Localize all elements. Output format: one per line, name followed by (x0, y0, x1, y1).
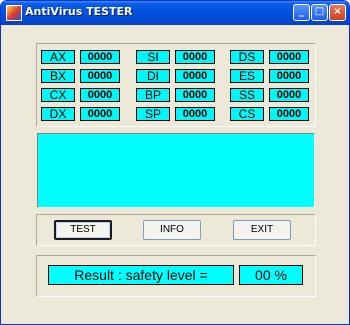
result-value: 00 % (239, 265, 303, 285)
register-name: SS (230, 88, 264, 102)
title-bar[interactable]: AntiVirus TESTER _ □ × (1, 1, 349, 25)
register-name: DX (41, 107, 75, 121)
test-button[interactable]: TEST (54, 220, 112, 240)
register-value: 0000 (175, 107, 215, 121)
minimize-button[interactable]: _ (293, 4, 310, 21)
register-name: AX (41, 50, 75, 64)
close-button[interactable]: × (329, 4, 346, 21)
result-label: Result : safety level = (48, 265, 234, 285)
register-value: 0000 (80, 88, 120, 102)
register-name: BX (41, 69, 75, 83)
output-area[interactable] (37, 133, 315, 208)
register-value: 0000 (175, 50, 215, 64)
register-value: 0000 (269, 107, 309, 121)
register-name: ES (230, 69, 264, 83)
register-name: SI (136, 50, 170, 64)
register-value: 0000 (269, 69, 309, 83)
register-value: 0000 (80, 107, 120, 121)
register-name: SP (136, 107, 170, 121)
register-name: DI (136, 69, 170, 83)
register-value: 0000 (175, 88, 215, 102)
register-name: DS (230, 50, 264, 64)
maximize-button[interactable]: □ (311, 4, 328, 21)
register-value: 0000 (175, 69, 215, 83)
app-icon (6, 5, 22, 21)
register-name: BP (136, 88, 170, 102)
main-window: AntiVirus TESTER _ □ × AX 0000 BX 0000 C… (0, 0, 350, 325)
register-value: 0000 (80, 69, 120, 83)
register-name: CX (41, 88, 75, 102)
register-name: CS (230, 107, 264, 121)
register-value: 0000 (269, 88, 309, 102)
register-value: 0000 (80, 50, 120, 64)
window-title: AntiVirus TESTER (25, 5, 133, 18)
info-button[interactable]: INFO (143, 220, 201, 240)
exit-button[interactable]: EXIT (233, 220, 291, 240)
register-value: 0000 (269, 50, 309, 64)
